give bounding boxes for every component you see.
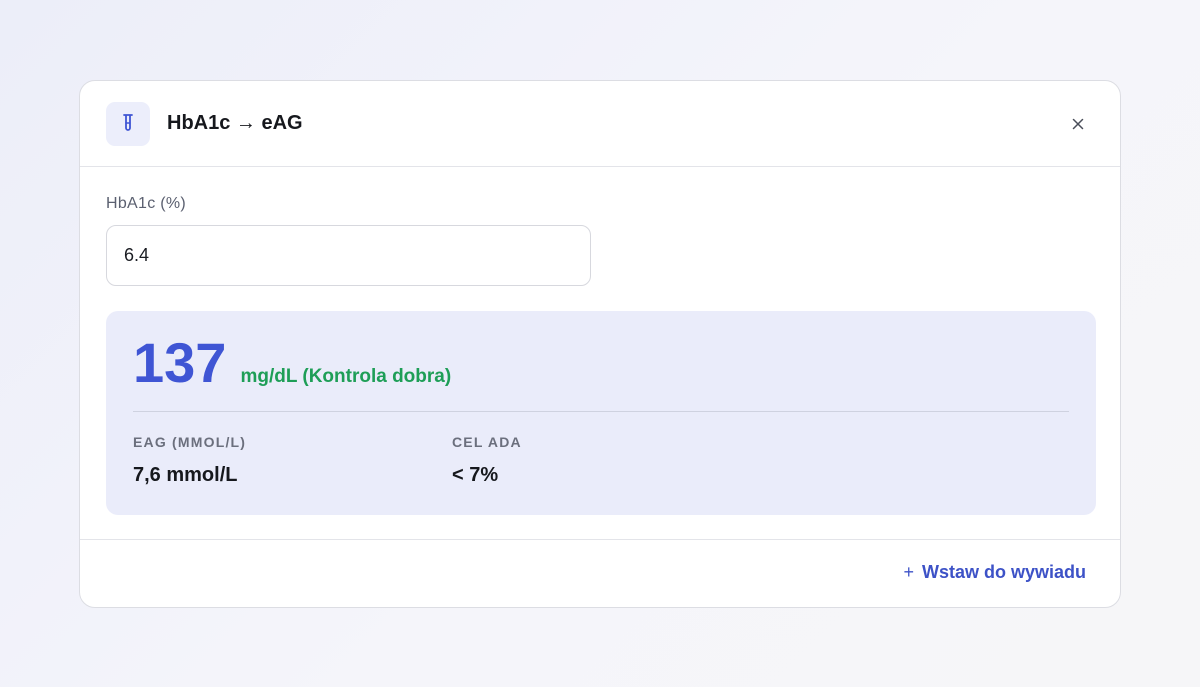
stat-label: CEL ADA <box>452 434 522 450</box>
result-main: 137 mg/dL (Kontrola dobra) <box>133 311 1069 411</box>
result-stats: EAG (MMOL/L) 7,6 mmol/L CEL ADA < 7% <box>133 412 1069 487</box>
eag-value: 137 <box>133 331 227 394</box>
calculator-dialog: HbA1c → eAG HbA1c (%) 137 mg/dL (Kontrol… <box>79 80 1121 608</box>
eag-unit-status: mg/dL (Kontrola dobra) <box>240 366 452 387</box>
stat-value: < 7% <box>452 464 499 486</box>
hba1c-label: HbA1c (%) <box>106 195 187 212</box>
stat-eag-mmol: EAG (MMOL/L) 7,6 mmol/L <box>133 434 452 487</box>
dialog-footer: + Wstaw do wywiadu <box>80 539 1120 607</box>
dialog-header: HbA1c → eAG <box>80 81 1120 167</box>
plus-icon: + <box>903 562 914 582</box>
stat-label: EAG (MMOL/L) <box>133 434 247 450</box>
insert-to-history-button[interactable]: + Wstaw do wywiadu <box>903 562 1086 583</box>
hba1c-input[interactable] <box>106 225 591 286</box>
close-icon <box>1072 118 1084 129</box>
stat-ada-target: CEL ADA < 7% <box>452 434 771 487</box>
insert-label: Wstaw do wywiadu <box>921 562 1086 582</box>
close-button[interactable] <box>1064 110 1092 138</box>
dialog-body: HbA1c (%) 137 mg/dL (Kontrola dobra) EAG… <box>80 167 1120 515</box>
result-panel: 137 mg/dL (Kontrola dobra) EAG (MMOL/L) … <box>106 311 1096 515</box>
stat-value: 7,6 mmol/L <box>133 464 238 486</box>
dialog-title: HbA1c → eAG <box>167 112 303 134</box>
test-tube-icon <box>106 101 150 146</box>
